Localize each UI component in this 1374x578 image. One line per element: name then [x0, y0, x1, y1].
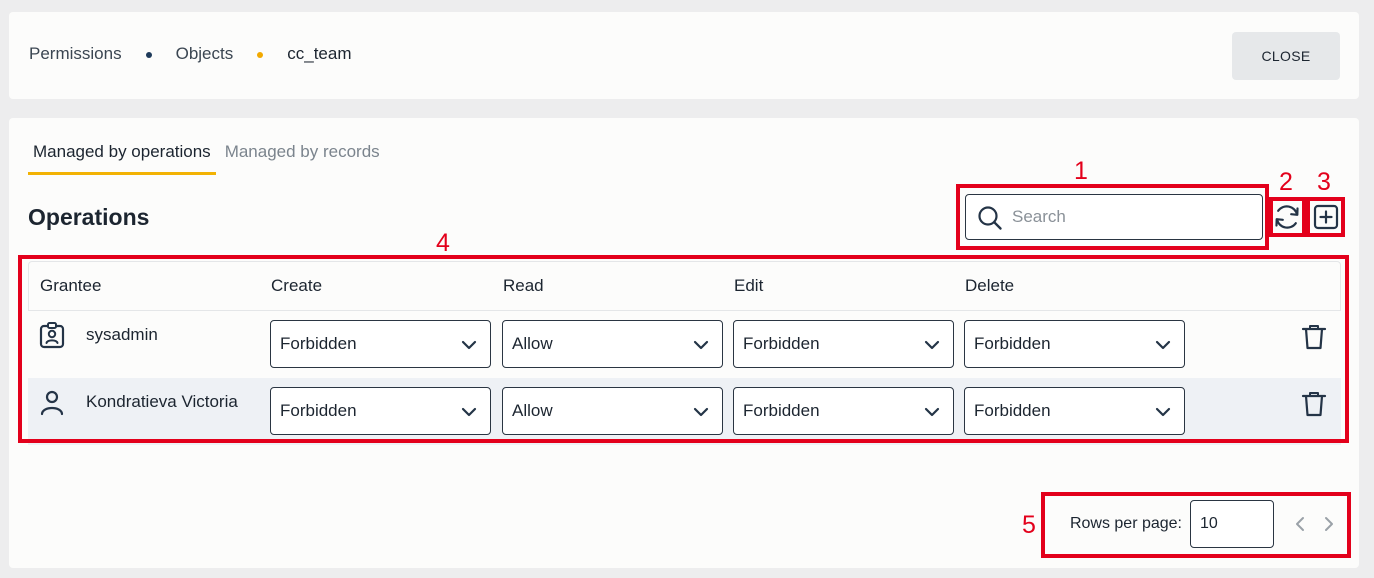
- breadcrumb: Permissions Objects cc_team: [29, 44, 351, 64]
- trash-icon[interactable]: [1301, 323, 1327, 351]
- header-panel: Permissions Objects cc_team CLOSE: [9, 12, 1359, 99]
- chevron-down-icon: [461, 340, 477, 350]
- select-value: Allow: [512, 401, 553, 420]
- column-header-create: Create: [271, 276, 323, 295]
- chevron-down-icon: [1155, 407, 1171, 417]
- chevron-down-icon: [1155, 340, 1171, 350]
- select-value: Allow: [512, 334, 553, 353]
- chevron-down-icon: [693, 407, 709, 417]
- breadcrumb-current: cc_team: [287, 44, 352, 63]
- read-permission-select[interactable]: Allow: [502, 387, 723, 435]
- annotation-number: 4: [436, 229, 450, 257]
- search-box[interactable]: [965, 194, 1263, 240]
- breadcrumb-permissions[interactable]: Permissions: [29, 44, 122, 64]
- chevron-down-icon: [924, 407, 940, 417]
- column-header-edit: Edit: [734, 276, 764, 295]
- tab-managed-by-operations[interactable]: Managed by operations: [28, 138, 216, 175]
- annotation-number: 1: [1074, 157, 1088, 185]
- user-icon: [40, 390, 64, 416]
- chevron-down-icon: [924, 340, 940, 350]
- select-value: Forbidden: [743, 334, 820, 353]
- select-value: Forbidden: [280, 334, 357, 353]
- rows-per-page-label: Rows per page:: [1069, 515, 1182, 532]
- role-badge-icon: [39, 322, 65, 349]
- chevron-left-icon[interactable]: [1290, 514, 1310, 534]
- breadcrumb-separator-dot: [257, 52, 264, 58]
- breadcrumb-objects[interactable]: Objects: [176, 44, 234, 64]
- section-title: Operations: [28, 204, 150, 230]
- edit-permission-select[interactable]: Forbidden: [733, 387, 954, 435]
- refresh-icon[interactable]: [1272, 202, 1302, 232]
- operations-table: Grantee Create Read Edit Delete sysadmin…: [28, 261, 1341, 445]
- table-row: Kondratieva Victoria Forbidden Allow For…: [28, 378, 1341, 445]
- tab-managed-by-records[interactable]: Managed by records: [220, 138, 385, 175]
- select-value: Forbidden: [743, 401, 820, 420]
- column-header-grantee: Grantee: [40, 276, 102, 295]
- search-input[interactable]: [1012, 203, 1252, 231]
- select-value: Forbidden: [974, 401, 1051, 420]
- column-header-delete: Delete: [965, 276, 1015, 295]
- pagination: Rows per page:: [1070, 500, 1339, 548]
- annotation-number: 3: [1317, 168, 1331, 196]
- column-header-read: Read: [503, 276, 544, 295]
- create-permission-select[interactable]: Forbidden: [270, 320, 491, 368]
- annotation-number: 2: [1279, 168, 1293, 196]
- grantee-name: sysadmin: [86, 325, 158, 344]
- delete-permission-select[interactable]: Forbidden: [964, 320, 1185, 368]
- main-panel: Managed by operations Managed by records…: [9, 118, 1359, 568]
- edit-permission-select[interactable]: Forbidden: [733, 320, 954, 368]
- grantee-name: Kondratieva Victoria: [86, 392, 238, 411]
- breadcrumb-separator-dot: [145, 52, 152, 58]
- close-button[interactable]: CLOSE: [1232, 32, 1340, 80]
- select-value: Forbidden: [974, 334, 1051, 353]
- chevron-down-icon: [693, 340, 709, 350]
- add-icon[interactable]: [1313, 204, 1339, 230]
- chevron-right-icon[interactable]: [1319, 514, 1339, 534]
- rows-per-page-input[interactable]: [1190, 500, 1274, 548]
- read-permission-select[interactable]: Allow: [502, 320, 723, 368]
- table-row: sysadmin Forbidden Allow Forbidden Forbi…: [28, 311, 1341, 378]
- delete-permission-select[interactable]: Forbidden: [964, 387, 1185, 435]
- annotation-number: 5: [1022, 511, 1036, 539]
- trash-icon[interactable]: [1301, 390, 1327, 418]
- select-value: Forbidden: [280, 401, 357, 420]
- search-icon: [978, 206, 1002, 230]
- create-permission-select[interactable]: Forbidden: [270, 387, 491, 435]
- tabs: Managed by operations Managed by records: [28, 138, 385, 175]
- table-header: Grantee Create Read Edit Delete: [28, 261, 1341, 311]
- chevron-down-icon: [461, 407, 477, 417]
